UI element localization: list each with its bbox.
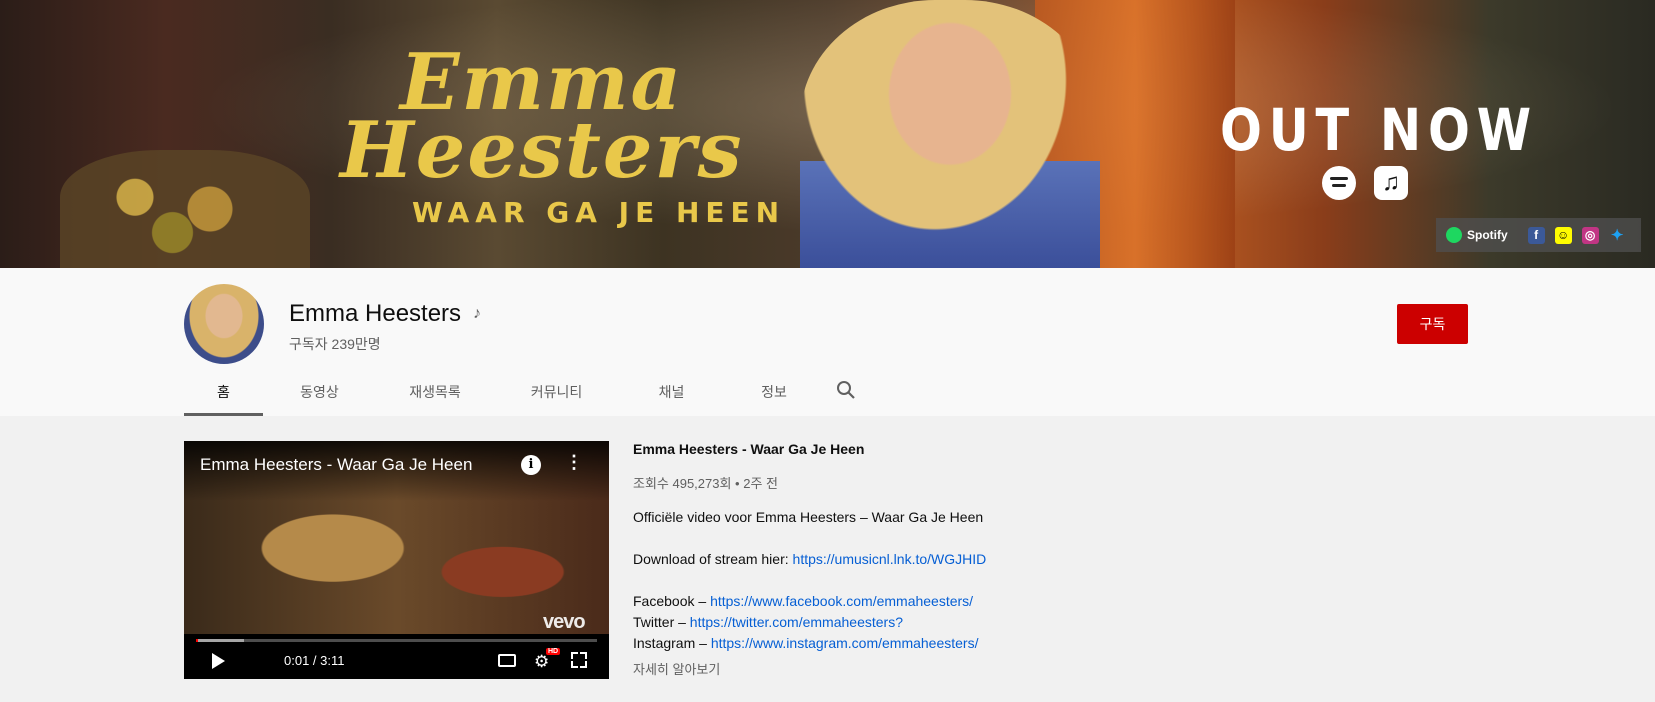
channel-name-row: Emma Heesters ♪ — [289, 300, 481, 328]
banner-fruit-basket — [60, 150, 310, 268]
featured-video-player[interactable]: Emma Heesters - Waar Ga Je Heen i ⋮ vevo… — [184, 441, 609, 679]
fullscreen-icon[interactable] — [571, 652, 587, 668]
vevo-logo: vevo — [543, 611, 586, 633]
desc-line-facebook: Facebook – https://www.facebook.com/emma… — [633, 593, 973, 609]
banner-streaming-icons: ♫ — [1322, 166, 1408, 200]
download-link[interactable]: https://umusicnl.lnk.to/WGJHID — [793, 551, 987, 567]
read-more-button[interactable]: 자세히 알아보기 — [633, 659, 720, 678]
progress-bar[interactable] — [196, 639, 597, 642]
player-video-title[interactable]: Emma Heesters - Waar Ga Je Heen — [200, 455, 472, 475]
subtitles-icon[interactable] — [498, 654, 516, 667]
tab-home[interactable]: 홈 — [184, 378, 263, 416]
desc-line-download: Download of stream hier: https://umusicn… — [633, 551, 986, 567]
search-icon — [837, 381, 855, 399]
twitter-label: Twitter – — [633, 614, 690, 630]
video-title-link[interactable]: Emma Heesters - Waar Ga Je Heen — [633, 441, 864, 457]
twitter-link[interactable]: https://twitter.com/emmaheesters? — [690, 614, 903, 630]
tab-playlists[interactable]: 재생목록 — [376, 378, 494, 416]
banner-song-title: WAAR GA JE HEEN — [412, 196, 786, 229]
tab-community[interactable]: 커뮤니티 — [494, 378, 619, 416]
desc-line-instagram: Instagram – https://www.instagram.com/em… — [633, 635, 978, 651]
spotify-link-label: Spotify — [1467, 228, 1508, 242]
play-icon[interactable] — [212, 653, 225, 669]
twitter-icon[interactable]: ✦ — [1609, 227, 1626, 244]
instagram-link[interactable]: https://www.instagram.com/emmaheesters/ — [711, 635, 979, 651]
subscribe-button[interactable]: 구독 — [1397, 304, 1468, 344]
instagram-icon[interactable]: ◎ — [1581, 226, 1599, 244]
tab-channels[interactable]: 채널 — [619, 378, 724, 416]
facebook-label: Facebook – — [633, 593, 711, 609]
channel-name: Emma Heesters — [289, 300, 462, 327]
hd-badge: HD — [546, 648, 561, 655]
banner-out-now: OUT NOW — [1220, 96, 1538, 164]
facebook-icon[interactable]: f — [1527, 226, 1545, 244]
tab-about[interactable]: 정보 — [724, 378, 824, 416]
tab-videos[interactable]: 동영상 — [263, 378, 376, 416]
channel-search-button[interactable] — [824, 378, 868, 416]
instagram-label: Instagram – — [633, 635, 711, 651]
subscriber-count: 구독자 239만명 — [289, 336, 381, 352]
progress-played — [196, 639, 198, 642]
download-label: Download of stream hier: — [633, 551, 793, 567]
more-vert-icon[interactable]: ⋮ — [565, 453, 583, 471]
desc-line-twitter: Twitter – https://twitter.com/emmaheeste… — [633, 614, 903, 630]
channel-banner: Emma Heesters WAAR GA JE HEEN OUT NOW ♫ … — [0, 0, 1655, 268]
snapchat-icon[interactable]: ☺ — [1554, 226, 1572, 244]
video-view-count: 조회수 495,273회 • 2주 전 — [633, 476, 778, 491]
banner-logo-line2: Heesters — [340, 105, 744, 196]
channel-header: Emma Heesters ♪ 구독자 239만명 구독 홈 동영상 재생목록 … — [0, 268, 1655, 416]
facebook-link[interactable]: https://www.facebook.com/emmaheesters/ — [710, 593, 973, 609]
channel-tabs: 홈 동영상 재생목록 커뮤니티 채널 정보 — [184, 378, 868, 416]
banner-artist-photo — [800, 0, 1100, 268]
channel-avatar[interactable] — [184, 284, 264, 364]
time-display: 0:01 / 3:11 — [284, 653, 345, 668]
desc-line-intro: Officiële video voor Emma Heesters – Waa… — [633, 509, 984, 525]
apple-music-icon: ♫ — [1374, 166, 1408, 200]
info-icon[interactable]: i — [521, 455, 541, 475]
spotify-icon — [1322, 166, 1356, 200]
channel-links-bar: Spotify f ☺ ◎ ✦ — [1436, 218, 1641, 252]
music-note-icon: ♪ — [473, 305, 482, 322]
spotify-link[interactable]: Spotify — [1446, 227, 1508, 243]
progress-buffered — [196, 639, 245, 642]
spotify-icon — [1446, 227, 1462, 243]
settings-gear-icon[interactable]: ⚙ — [534, 652, 549, 672]
